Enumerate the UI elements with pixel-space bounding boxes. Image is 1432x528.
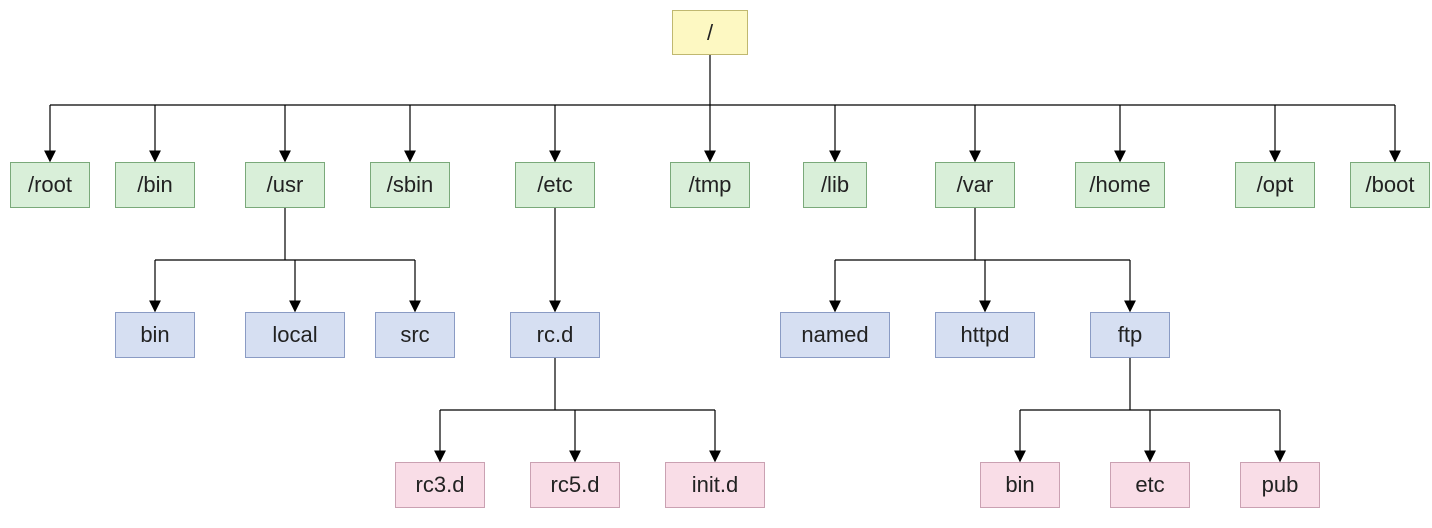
node-usr-bin: bin bbox=[115, 312, 195, 358]
node-rc3d: rc3.d bbox=[395, 462, 485, 508]
node-var: /var bbox=[935, 162, 1015, 208]
connector-lines bbox=[0, 0, 1432, 528]
node-label: ftp bbox=[1118, 322, 1142, 348]
node-lib: /lib bbox=[803, 162, 867, 208]
node-tmp: /tmp bbox=[670, 162, 750, 208]
node-ftp-pub: pub bbox=[1240, 462, 1320, 508]
node-label: bin bbox=[140, 322, 169, 348]
node-home: /home bbox=[1075, 162, 1165, 208]
node-sbin: /sbin bbox=[370, 162, 450, 208]
node-label: /var bbox=[957, 172, 994, 198]
node-label: /etc bbox=[537, 172, 572, 198]
node-ftp-etc: etc bbox=[1110, 462, 1190, 508]
node-label: local bbox=[272, 322, 317, 348]
node-root: /root bbox=[10, 162, 90, 208]
node-var-ftp: ftp bbox=[1090, 312, 1170, 358]
node-label: /sbin bbox=[387, 172, 433, 198]
node-label: rc5.d bbox=[551, 472, 600, 498]
node-var-named: named bbox=[780, 312, 890, 358]
node-boot: /boot bbox=[1350, 162, 1430, 208]
node-etc-rcd: rc.d bbox=[510, 312, 600, 358]
node-label: bin bbox=[1005, 472, 1034, 498]
node-label: named bbox=[801, 322, 868, 348]
node-label: rc3.d bbox=[416, 472, 465, 498]
node-label: /boot bbox=[1366, 172, 1415, 198]
node-label: /home bbox=[1089, 172, 1150, 198]
node-label: pub bbox=[1262, 472, 1299, 498]
node-label: src bbox=[400, 322, 429, 348]
node-rc5d: rc5.d bbox=[530, 462, 620, 508]
node-bin: /bin bbox=[115, 162, 195, 208]
node-label: rc.d bbox=[537, 322, 574, 348]
node-usr-local: local bbox=[245, 312, 345, 358]
filesystem-tree-diagram: / /root /bin /usr /sbin /etc /tmp /lib /… bbox=[0, 0, 1432, 528]
node-label: /root bbox=[28, 172, 72, 198]
node-var-httpd: httpd bbox=[935, 312, 1035, 358]
node-etc: /etc bbox=[515, 162, 595, 208]
node-label: /bin bbox=[137, 172, 172, 198]
node-usr-src: src bbox=[375, 312, 455, 358]
node-label: httpd bbox=[961, 322, 1010, 348]
node-label: /lib bbox=[821, 172, 849, 198]
node-label: /opt bbox=[1257, 172, 1294, 198]
node-opt: /opt bbox=[1235, 162, 1315, 208]
node-label: etc bbox=[1135, 472, 1164, 498]
node-usr: /usr bbox=[245, 162, 325, 208]
node-ftp-bin: bin bbox=[980, 462, 1060, 508]
node-initd: init.d bbox=[665, 462, 765, 508]
node-root-slash: / bbox=[672, 10, 748, 55]
node-label: /tmp bbox=[689, 172, 732, 198]
node-label: / bbox=[707, 20, 713, 46]
node-label: /usr bbox=[267, 172, 304, 198]
node-label: init.d bbox=[692, 472, 738, 498]
